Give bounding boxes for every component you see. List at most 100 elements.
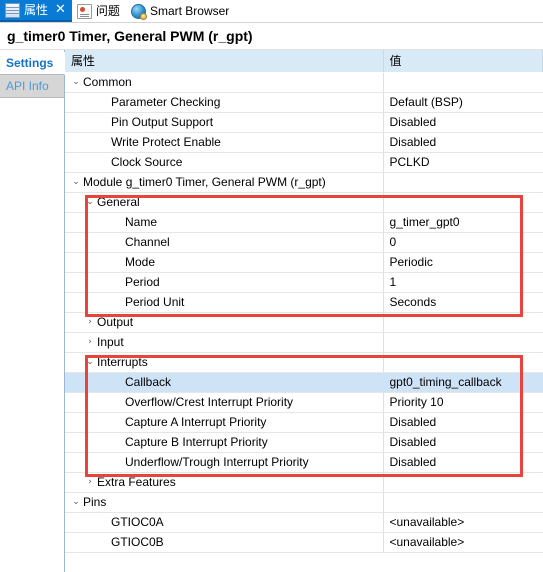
column-header-property[interactable]: 属性 [65, 50, 384, 73]
property-value-cell[interactable]: Disabled [383, 112, 543, 133]
property-value-cell[interactable] [383, 172, 543, 193]
table-row[interactable]: Pin Output Support Disabled [65, 112, 543, 133]
property-name-cell: › Output [65, 312, 384, 333]
chevron-down-icon[interactable]: ⌄ [69, 73, 83, 92]
property-label: Pins [83, 494, 107, 509]
property-label: Parameter Checking [111, 94, 221, 109]
properties-table-header: 属性 值 [65, 50, 543, 73]
property-label: Callback [125, 374, 172, 389]
chevron-down-icon[interactable]: ⌄ [83, 353, 97, 372]
property-name-cell: Mode [65, 252, 384, 273]
tab-problems[interactable]: 问题 [71, 0, 126, 22]
table-row[interactable]: ⌄ General [65, 192, 543, 213]
sidebar-item-api-info[interactable]: API Info [0, 75, 64, 98]
chevron-right-icon[interactable]: › [83, 473, 97, 492]
property-value-cell[interactable]: gpt0_timing_callback [383, 372, 543, 393]
property-value-cell[interactable]: Default (BSP) [383, 92, 543, 113]
property-value-cell[interactable]: g_timer_gpt0 [383, 212, 543, 233]
property-value-cell[interactable]: Disabled [383, 452, 543, 473]
property-value-cell[interactable]: PCLKD [383, 152, 543, 173]
property-label: Overflow/Crest Interrupt Priority [125, 394, 294, 409]
property-label: Module g_timer0 Timer, General PWM (r_gp… [83, 174, 326, 189]
tab-properties[interactable]: 属性 ✕ [0, 0, 72, 22]
property-name-cell: Write Protect Enable [65, 132, 384, 153]
property-label: Underflow/Trough Interrupt Priority [125, 454, 309, 469]
close-icon[interactable]: ✕ [55, 0, 66, 21]
property-label: Channel [125, 234, 170, 249]
table-row[interactable]: Channel 0 [65, 232, 543, 253]
property-value-cell[interactable]: <unavailable> [383, 532, 543, 553]
property-value-cell[interactable]: Seconds [383, 292, 543, 313]
property-name-cell: GTIOC0B [65, 532, 384, 553]
property-label: GTIOC0A [111, 514, 164, 529]
property-name-cell: ⌄ Interrupts [65, 352, 384, 373]
table-row[interactable]: Write Protect Enable Disabled [65, 132, 543, 153]
property-name-cell: Underflow/Trough Interrupt Priority [65, 452, 384, 473]
property-label: Pin Output Support [111, 114, 214, 129]
page-title: g_timer0 Timer, General PWM (r_gpt) [0, 23, 543, 49]
sidebar-item-settings[interactable]: Settings [0, 52, 65, 75]
chevron-right-icon[interactable]: › [83, 333, 97, 352]
property-name-cell: Capture A Interrupt Priority [65, 412, 384, 433]
chevron-down-icon[interactable]: ⌄ [83, 193, 97, 212]
table-row[interactable]: ⌄ Module g_timer0 Timer, General PWM (r_g… [65, 172, 543, 193]
chevron-right-icon[interactable]: › [83, 313, 97, 332]
problems-icon [76, 3, 92, 19]
property-value-cell[interactable] [383, 192, 543, 213]
table-row[interactable]: Capture B Interrupt Priority Disabled [65, 432, 543, 453]
table-row[interactable]: › Extra Features [65, 472, 543, 493]
property-value-cell[interactable]: 1 [383, 272, 543, 293]
property-value-cell[interactable] [383, 472, 543, 493]
properties-table-body: ⌄ Common Parameter Checking Default (BSP) Pi… [65, 72, 543, 553]
property-value-cell[interactable] [383, 72, 543, 93]
property-value-cell[interactable]: 0 [383, 232, 543, 253]
property-name-cell: ⌄ General [65, 192, 384, 213]
property-name-cell: Pin Output Support [65, 112, 384, 133]
content-area: Settings API Info 属性 值 ⌄ Common Parameter C… [0, 49, 543, 572]
table-row[interactable]: Period Unit Seconds [65, 292, 543, 313]
table-row[interactable]: GTIOC0A <unavailable> [65, 512, 543, 533]
property-label: Capture B Interrupt Priority [125, 434, 268, 449]
table-row[interactable]: › Input [65, 332, 543, 353]
property-value-cell[interactable]: <unavailable> [383, 512, 543, 533]
property-label: Clock Source [111, 154, 183, 169]
table-row[interactable]: Name g_timer_gpt0 [65, 212, 543, 233]
property-value-cell[interactable] [383, 332, 543, 353]
property-label: Write Protect Enable [111, 134, 221, 149]
property-label: GTIOC0B [111, 534, 164, 549]
table-row[interactable]: Mode Periodic [65, 252, 543, 273]
property-name-cell: GTIOC0A [65, 512, 384, 533]
table-row[interactable]: ⌄ Pins [65, 492, 543, 513]
table-row[interactable]: Parameter Checking Default (BSP) [65, 92, 543, 113]
table-row[interactable]: ⌄ Common [65, 72, 543, 93]
property-value-cell[interactable] [383, 352, 543, 373]
property-name-cell: Callback [65, 372, 384, 393]
table-row[interactable]: Callback gpt0_timing_callback [65, 372, 543, 393]
tab-smart-browser[interactable]: Smart Browser [125, 0, 236, 22]
chevron-down-icon[interactable]: ⌄ [69, 493, 83, 512]
table-row[interactable]: Overflow/Crest Interrupt Priority Priorit… [65, 392, 543, 413]
table-row[interactable]: ⌄ Interrupts [65, 352, 543, 373]
property-value-cell[interactable]: Disabled [383, 412, 543, 433]
property-value-cell[interactable]: Disabled [383, 432, 543, 453]
chevron-down-icon[interactable]: ⌄ [69, 173, 83, 192]
table-row[interactable]: Period 1 [65, 272, 543, 293]
table-row[interactable]: › Output [65, 312, 543, 333]
globe-icon [130, 3, 147, 20]
property-value-cell[interactable] [383, 492, 543, 513]
table-row[interactable]: Clock Source PCLKD [65, 152, 543, 173]
property-label: Interrupts [97, 354, 148, 369]
property-value-cell[interactable] [383, 312, 543, 333]
property-label: Mode [125, 254, 156, 269]
table-row[interactable]: GTIOC0B <unavailable> [65, 532, 543, 553]
property-value-cell[interactable]: Periodic [383, 252, 543, 273]
column-header-value[interactable]: 值 [383, 50, 543, 73]
property-name-cell: ⌄ Pins [65, 492, 384, 513]
property-label: Period [125, 274, 160, 289]
table-row[interactable]: Underflow/Trough Interrupt Priority Disab… [65, 452, 543, 473]
property-value-cell[interactable]: Disabled [383, 132, 543, 153]
properties-icon [5, 2, 20, 18]
property-name-cell: Name [65, 212, 384, 233]
property-value-cell[interactable]: Priority 10 [383, 392, 543, 413]
table-row[interactable]: Capture A Interrupt Priority Disabled [65, 412, 543, 433]
